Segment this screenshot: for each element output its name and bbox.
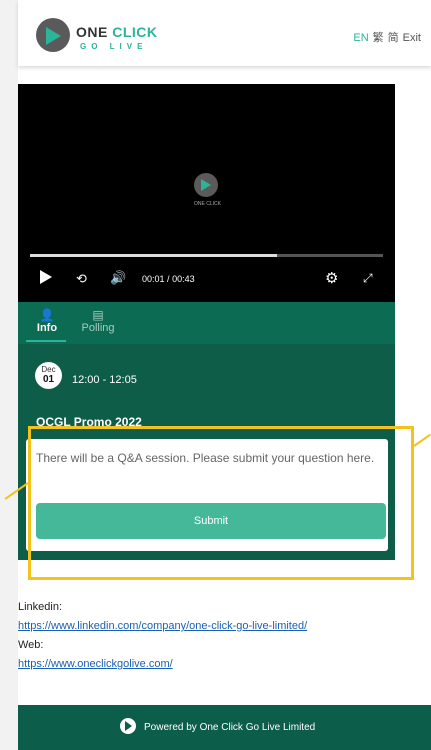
header: ONE CLICK GO LIVE EN 繁简 Exit	[18, 0, 431, 66]
tab-bar: 👤 Info ▤ Polling	[18, 302, 395, 344]
web-label: Web:	[18, 639, 44, 651]
play-icon[interactable]	[40, 270, 52, 284]
logo-play-icon	[46, 27, 61, 45]
tab-active-indicator	[26, 340, 66, 342]
fullscreen-icon[interactable]: ⤢	[363, 271, 373, 286]
footer: Powered by One Click Go Live Limited	[18, 705, 431, 750]
tab-info[interactable]: 👤 Info	[26, 308, 68, 334]
logo-text[interactable]: ONE CLICK	[76, 24, 158, 40]
lang-simplified-link[interactable]: 简	[388, 32, 399, 44]
logo-one: ONE	[76, 24, 108, 40]
video-player[interactable]: ONE CLICK ⟲ 🔊 00:01 / 00:43 ⚙ ⤢	[18, 84, 395, 302]
replay-10-icon[interactable]: ⟲	[76, 271, 87, 287]
time-separator: /	[167, 274, 170, 284]
date-day: 01	[42, 374, 55, 385]
logo-click: CLICK	[112, 24, 158, 40]
powered-by-text: Powered by One Click Go Live Limited	[144, 722, 316, 733]
progress-fill	[30, 254, 278, 257]
poll-icon: ▤	[92, 308, 104, 322]
web-link[interactable]: https://www.oneclickgolive.com/	[18, 658, 173, 670]
exit-link[interactable]: Exit	[403, 32, 421, 44]
user-search-icon: 👤	[39, 308, 55, 322]
footer-wrap: Powered by One Click Go Live Limited	[18, 705, 431, 750]
player-logo-text: ONE CLICK	[194, 201, 221, 207]
progress-bar[interactable]	[30, 254, 383, 257]
tab-info-label: Info	[36, 322, 58, 334]
date-badge: Dec 01	[35, 362, 62, 389]
lang-en-link[interactable]: EN	[353, 32, 368, 44]
language-switcher: EN 繁简 Exit	[349, 29, 421, 45]
links-section: Linkedin: https://www.linkedin.com/compa…	[18, 598, 307, 674]
lang-traditional-link[interactable]: 繁	[373, 32, 384, 44]
tab-polling[interactable]: ▤ Polling	[76, 308, 120, 334]
duration: 00:43	[172, 274, 195, 284]
gear-icon[interactable]: ⚙	[325, 269, 338, 287]
time-display: 00:01 / 00:43	[142, 274, 195, 284]
event-time-range: 12:00 - 12:05	[72, 374, 137, 386]
highlight-box	[28, 426, 414, 580]
footer-logo-icon	[120, 718, 136, 734]
player-logo-play-icon	[201, 179, 211, 191]
tab-polling-label: Polling	[81, 322, 115, 334]
logo-go-live: GO LIVE	[80, 42, 148, 51]
volume-icon[interactable]: 🔊	[110, 270, 126, 286]
linkedin-label: Linkedin:	[18, 601, 63, 613]
linkedin-link[interactable]: https://www.linkedin.com/company/one-cli…	[18, 620, 307, 632]
current-time: 00:01	[142, 274, 165, 284]
